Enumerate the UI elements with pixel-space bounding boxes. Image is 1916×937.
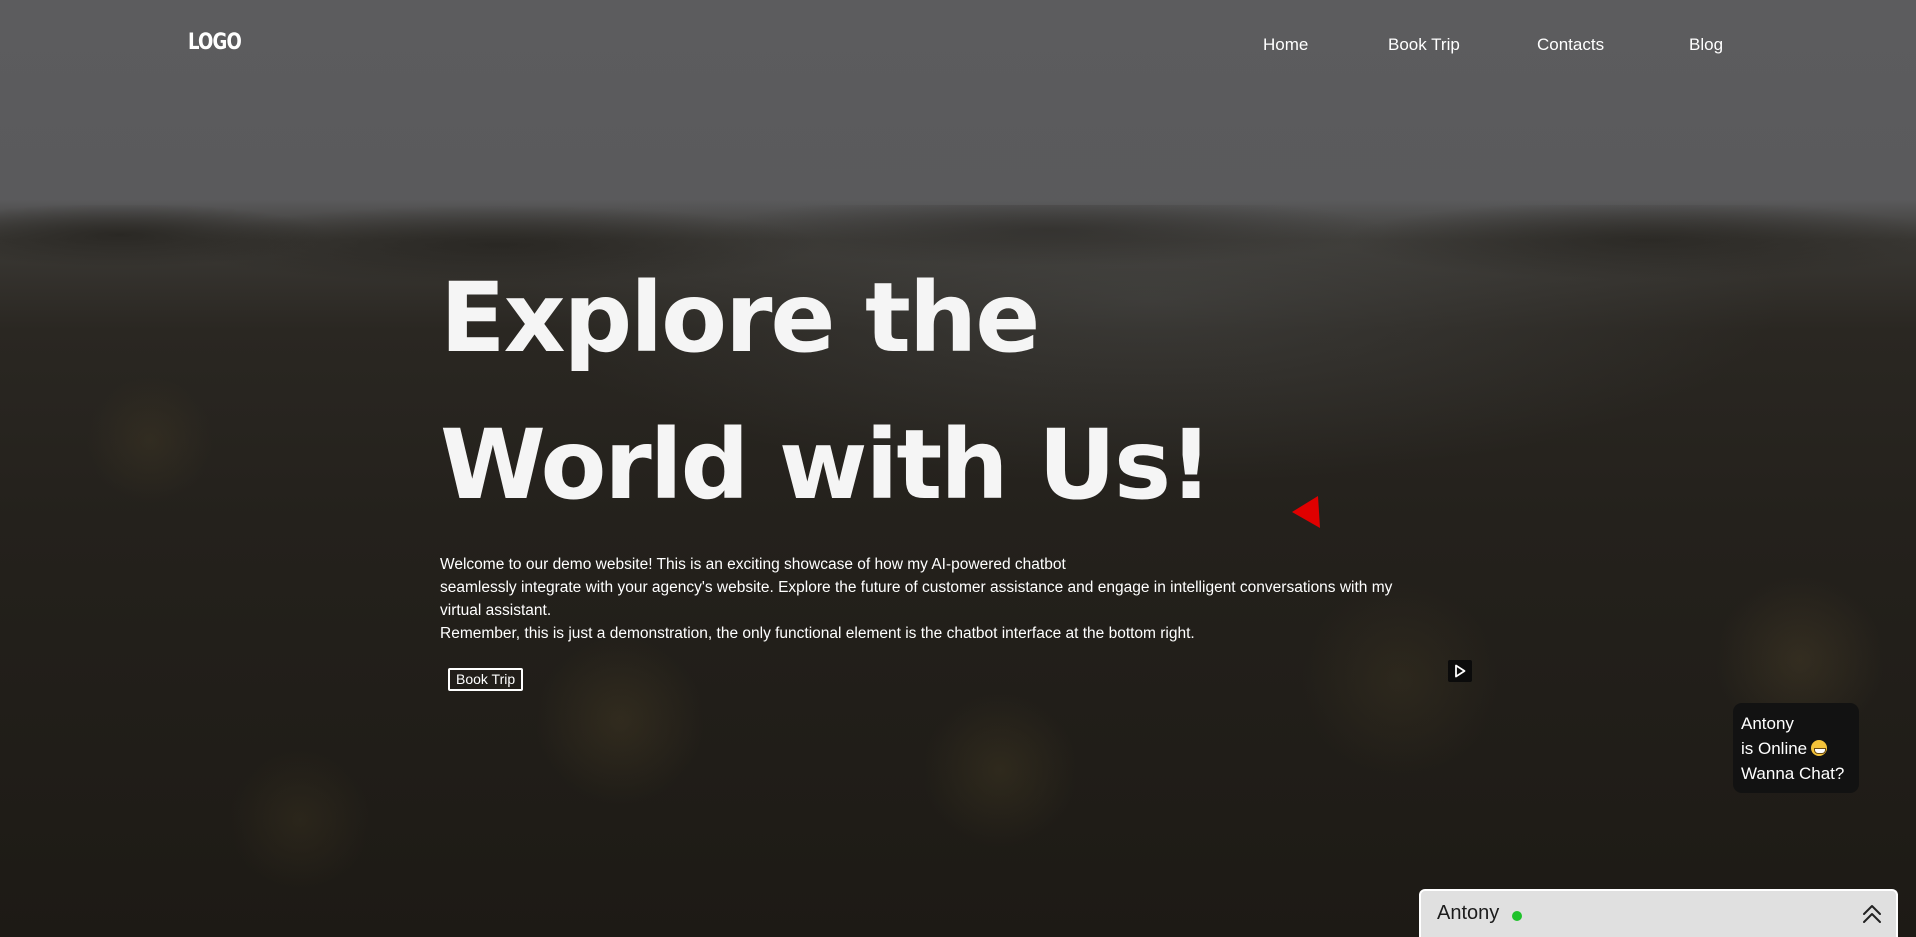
- play-button[interactable]: [1448, 660, 1472, 682]
- pointer-cursor-icon: [1292, 496, 1320, 528]
- hero-text-line-2: seamlessly integrate with your agency's …: [440, 579, 1393, 596]
- hero-title-line-2: World with Us!: [440, 409, 1213, 521]
- hero-text-line-4: Remember, this is just a demonstration, …: [440, 625, 1195, 642]
- hero-text-line-3: virtual assistant.: [440, 602, 552, 619]
- book-trip-button[interactable]: Book Trip: [448, 668, 524, 691]
- bubble-line-2: is Online: [1741, 739, 1808, 758]
- grinning-face-icon: [1811, 740, 1828, 756]
- bubble-line-3: Wanna Chat?: [1741, 764, 1845, 783]
- chat-agent-name: Antony: [1437, 902, 1500, 924]
- hero-title: Explore the World with Us!: [440, 245, 1213, 539]
- nav-blog[interactable]: Blog: [1689, 35, 1723, 55]
- hero-description: Welcome to our demo website! This is an …: [440, 553, 1480, 645]
- online-status-dot: [1512, 911, 1522, 921]
- nav-home[interactable]: Home: [1263, 35, 1308, 55]
- bubble-line-1: Antony: [1741, 714, 1794, 733]
- chat-widget-bar[interactable]: Antony: [1419, 889, 1898, 937]
- hero-title-line-1: Explore the: [440, 262, 1040, 374]
- site-logo[interactable]: LOGO: [188, 30, 242, 55]
- double-chevron-up-icon[interactable]: [1861, 903, 1883, 925]
- chat-invite-bubble[interactable]: Antony is Online Wanna Chat?: [1733, 703, 1859, 793]
- play-icon: [1455, 664, 1466, 678]
- nav-contacts[interactable]: Contacts: [1537, 35, 1604, 55]
- nav-book-trip[interactable]: Book Trip: [1388, 35, 1460, 55]
- hero-text-line-1: Welcome to our demo website! This is an …: [440, 556, 1066, 573]
